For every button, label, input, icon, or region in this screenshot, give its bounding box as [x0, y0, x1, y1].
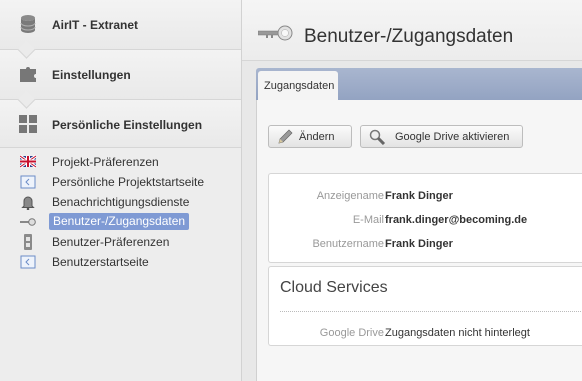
user-info-row: Benutzername Frank Dinger: [269, 238, 582, 254]
sidebar-item-label: Benachrichtigungsdienste: [52, 195, 190, 209]
bell-icon: [21, 196, 35, 210]
uk-flag-icon: [20, 154, 36, 169]
field-label: Anzeigename: [316, 190, 384, 202]
tab-zugangsdaten[interactable]: Zugangsdaten: [258, 71, 338, 100]
sidebar-item-label: Benutzerstartseite: [52, 255, 149, 269]
window-icon: [20, 175, 36, 189]
section-airit-extranet[interactable]: AirIT - Extranet: [0, 0, 241, 59]
sidebar-item-benutzerstartseite[interactable]: Benutzerstartseite: [0, 252, 241, 272]
settings-nav-list: Projekt-Präferenzen Persönliche Projekts…: [0, 152, 241, 272]
sidebar-item-benutzer-praeferenzen[interactable]: Benutzer-Präferenzen: [0, 232, 241, 252]
sidebar-item-benachrichtigungsdienste[interactable]: Benachrichtigungsdienste: [0, 192, 241, 212]
field-label: E-Mail: [352, 214, 384, 226]
edit-button[interactable]: Ändern: [268, 125, 352, 148]
field-value: Frank Dinger: [385, 238, 453, 250]
user-info-row: Anzeigename Frank Dinger: [269, 190, 582, 206]
page-title: Benutzer-/Zugangsdaten: [304, 26, 514, 47]
cloud-service-row: Google Drive Zugangsdaten nicht hinterle…: [269, 327, 582, 343]
cloud-services-title: Cloud Services: [280, 279, 388, 296]
user-info-box: Anzeigename Frank Dinger E-Mail frank.di…: [268, 173, 582, 263]
content-panel: Ändern Google Drive aktivieren Anzeigena…: [256, 100, 582, 381]
divider: [280, 311, 582, 312]
field-value: Frank Dinger: [385, 190, 453, 202]
field-label: Benutzername: [312, 238, 384, 250]
sidebar-item-label: Benutzer-/Zugangsdaten: [49, 213, 190, 230]
settings-switch-icon: [24, 234, 32, 250]
google-drive-activate-button[interactable]: Google Drive aktivieren: [360, 125, 523, 148]
section-einstellungen[interactable]: Einstellungen: [0, 50, 241, 109]
puzzle-piece-icon: [20, 67, 36, 82]
edit-button-label: Ändern: [299, 131, 335, 143]
window-icon: [20, 255, 36, 269]
magnifier-icon: [369, 129, 386, 145]
tab-label: Zugangsdaten: [264, 80, 335, 92]
section-persoenliche-einstellungen[interactable]: Persönliche Einstellungen: [0, 100, 241, 148]
database-icon: [20, 15, 36, 33]
google-drive-button-label: Google Drive aktivieren: [395, 131, 510, 143]
field-label: Google Drive: [319, 327, 384, 339]
sidebar-item-label: Projekt-Präferenzen: [52, 155, 159, 169]
field-value: frank.dinger@becoming.de: [385, 214, 528, 226]
page-header: Benutzer-/Zugangsdaten: [242, 0, 582, 61]
key-icon: [20, 218, 36, 226]
main-content: Benutzer-/Zugangsdaten Zugangsdaten Ände…: [242, 0, 582, 381]
field-value: Zugangsdaten nicht hinterlegt: [385, 327, 530, 339]
tab-bar: Zugangsdaten: [256, 68, 582, 100]
sidebar-item-label: Persönliche Projektstartseite: [52, 175, 205, 189]
cloud-services-box: Cloud Services Google Drive Zugangsdaten…: [268, 266, 582, 346]
sidebar-item-label: Benutzer-Präferenzen: [52, 235, 170, 249]
sidebar-item-persoenliche-projektstartseite[interactable]: Persönliche Projektstartseite: [0, 172, 241, 192]
sidebar-item-projekt-praeferenzen[interactable]: Projekt-Präferenzen: [0, 152, 241, 172]
section-label: Einstellungen: [52, 68, 131, 82]
section-label: AirIT - Extranet: [52, 18, 139, 32]
section-label: Persönliche Einstellungen: [52, 118, 203, 132]
sidebar-item-benutzer-zugangsdaten[interactable]: Benutzer-/Zugangsdaten: [0, 212, 241, 232]
sidebar: AirIT - Extranet Einstellungen Persönlic…: [0, 0, 242, 381]
user-info-row: E-Mail frank.dinger@becoming.de: [269, 214, 582, 230]
key-icon: [258, 25, 293, 41]
grid-icon: [19, 115, 37, 133]
pencil-icon: [278, 129, 293, 144]
